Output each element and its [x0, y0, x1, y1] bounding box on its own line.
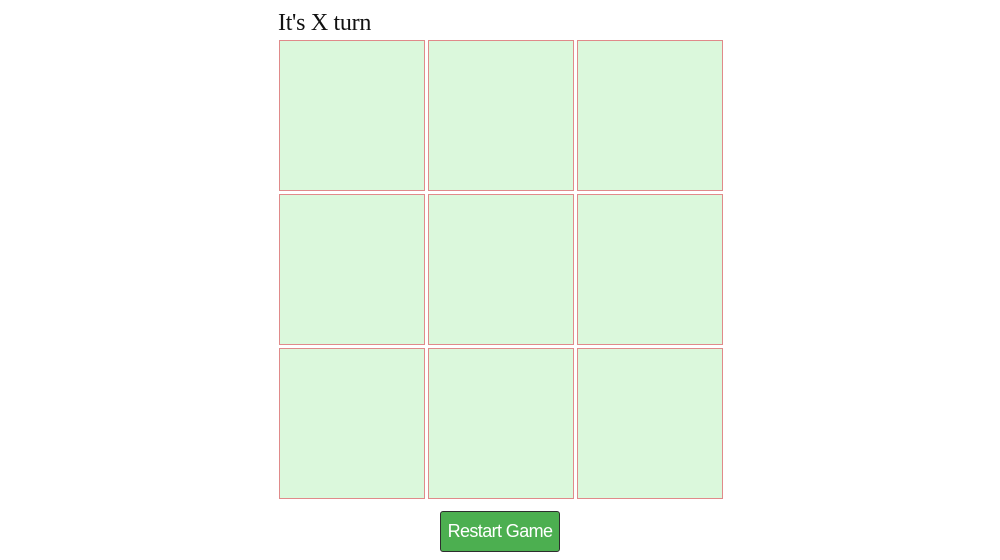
game-container: It's X turn: [278, 0, 723, 499]
cell-8[interactable]: [577, 348, 723, 499]
cell-4[interactable]: [428, 194, 574, 345]
turn-status: It's X turn: [278, 10, 372, 36]
cell-2[interactable]: [577, 40, 723, 191]
restart-container: Restart Game: [0, 511, 1000, 552]
cell-1[interactable]: [428, 40, 574, 191]
cell-5[interactable]: [577, 194, 723, 345]
cell-7[interactable]: [428, 348, 574, 499]
cell-6[interactable]: [279, 348, 425, 499]
restart-game-button[interactable]: Restart Game: [439, 511, 561, 552]
cell-3[interactable]: [279, 194, 425, 345]
cell-0[interactable]: [279, 40, 425, 191]
game-board: [279, 40, 723, 499]
